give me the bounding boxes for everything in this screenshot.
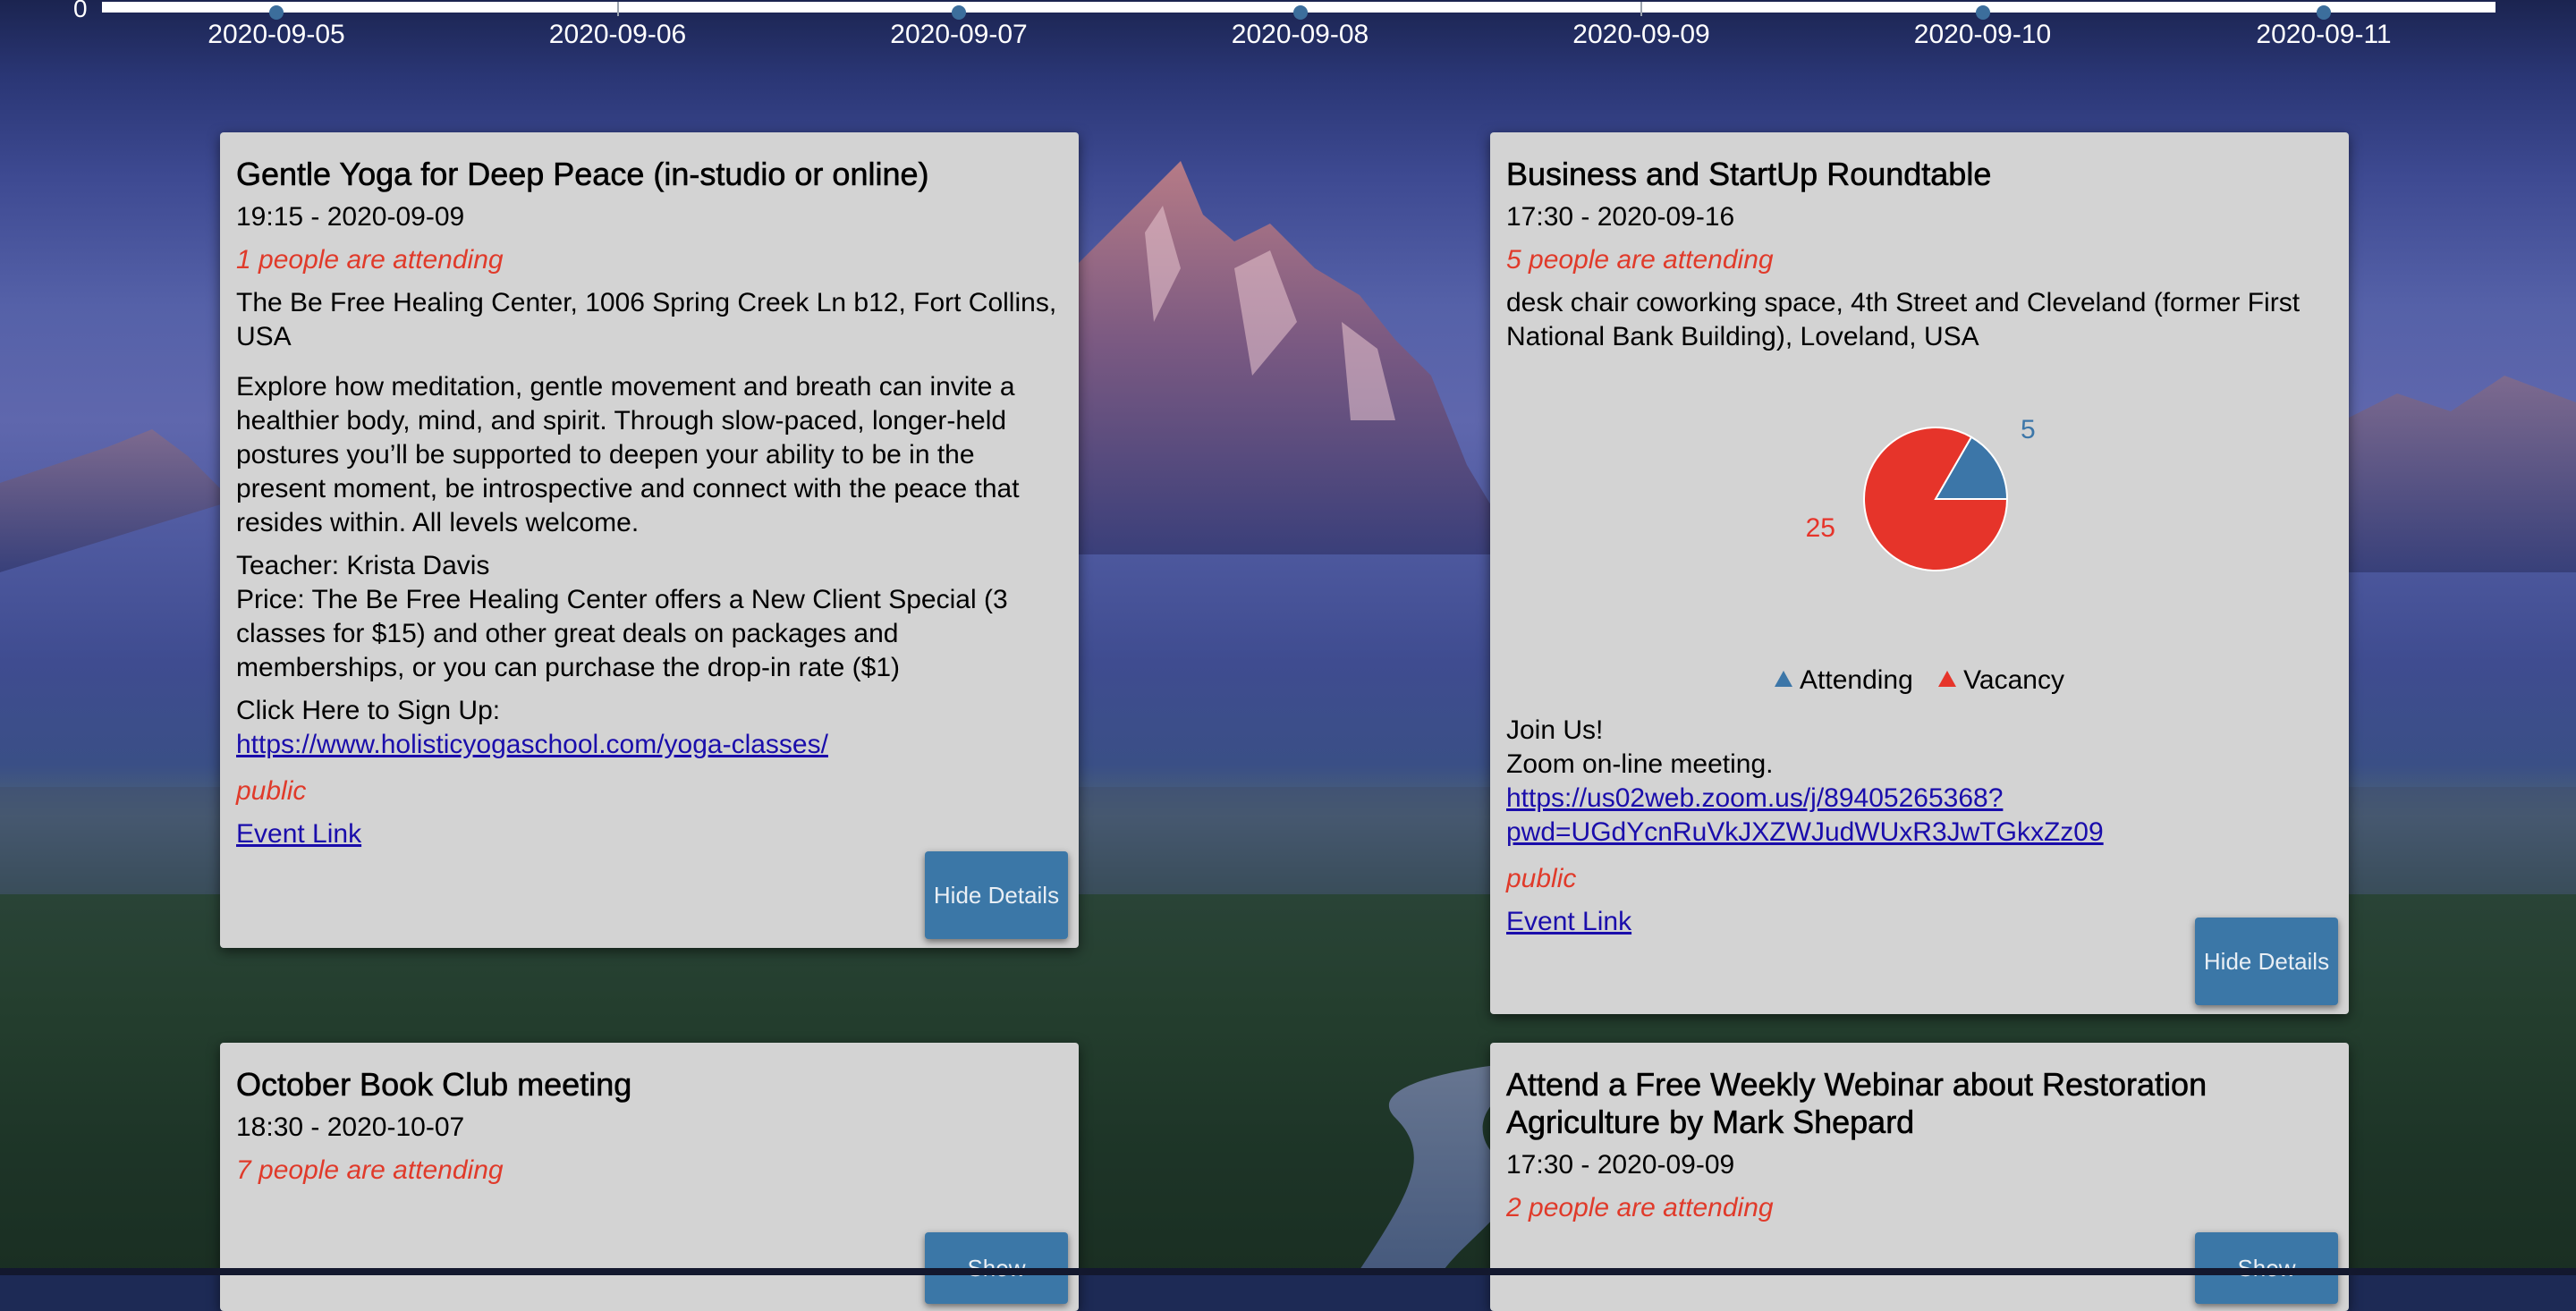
event-location: The Be Free Healing Center, 1006 Spring …	[236, 288, 1057, 351]
zoom-link-line1: https://us02web.zoom.us/j/89405265368?	[1506, 783, 2004, 813]
triangle-icon	[1938, 671, 1957, 687]
zoom-link[interactable]: https://us02web.zoom.us/j/89405265368? p…	[1506, 782, 2333, 850]
event-title: Gentle Yoga for Deep Peace (in-studio or…	[236, 156, 929, 193]
event-time: 17:30 - 2020-09-16	[1506, 202, 1735, 232]
pie-svg: 5 25	[1806, 415, 2036, 571]
event-link[interactable]: Event Link	[236, 819, 361, 849]
attendance-pie-chart: 5 25	[1506, 370, 2333, 665]
event-link[interactable]: Event Link	[1506, 907, 1631, 936]
price-text: Price: The Be Free Healing Center offers…	[236, 585, 1008, 682]
visibility-label: public	[236, 776, 307, 806]
event-description: Join Us! Zoom on-line meeting.	[1506, 714, 2333, 782]
signup-link[interactable]: https://www.holisticyogaschool.com/yoga-…	[236, 730, 828, 759]
legend-item-vacancy: Vacancy	[1938, 665, 2064, 695]
event-card-roundtable: Business and StartUp Roundtable 17:30 - …	[1490, 132, 2349, 1014]
event-title: Attend a Free Weekly Webinar about Resto…	[1506, 1066, 2207, 1141]
visibility-label: public	[1506, 864, 1577, 893]
legend-label: Attending	[1800, 665, 1913, 695]
event-card-yoga: Gentle Yoga for Deep Peace (in-studio or…	[220, 132, 1079, 948]
timeline-date-label: 2020-09-08	[1231, 20, 1369, 49]
event-time: 19:15 - 2020-09-09	[236, 202, 465, 232]
timeline-date-label: 2020-09-11	[2256, 20, 2392, 49]
timeline-tick-mark	[952, 5, 966, 20]
timeline-tick-mark	[1975, 5, 1990, 20]
bottom-border	[0, 1268, 2576, 1275]
timeline-date-label: 2020-09-09	[1572, 20, 1710, 49]
timeline-date-label: 2020-09-07	[890, 20, 1028, 49]
hide-details-button[interactable]: Hide Details	[925, 851, 1068, 939]
legend-label: Vacancy	[1963, 665, 2064, 695]
pie-legend: Attending Vacancy	[1506, 665, 2333, 696]
attending-count: 5 people are attending	[1506, 245, 1774, 275]
triangle-icon	[1775, 671, 1793, 687]
timeline-tick-mark	[2317, 5, 2331, 20]
description-text: Explore how meditation, gentle movement …	[236, 372, 1020, 537]
legend-item-attending: Attending	[1775, 665, 1913, 695]
timeline-zero-label: 0	[73, 0, 88, 22]
zoom-text: Zoom on-line meeting.	[1506, 749, 1774, 779]
event-description: Explore how meditation, gentle movement …	[236, 370, 1063, 728]
hide-details-button[interactable]: Hide Details	[2195, 918, 2338, 1005]
event-title: Business and StartUp Roundtable	[1506, 156, 1992, 193]
zoom-link-line2: pwd=UGdYcnRuVkJXZWJudWUxR3JwTGkxZz09	[1506, 817, 2104, 847]
timeline-tick-mark	[1640, 2, 1642, 16]
join-text: Join Us!	[1506, 715, 1604, 745]
timeline-date-label: 2020-09-06	[548, 20, 687, 49]
attending-count: 2 people are attending	[1506, 1193, 1774, 1222]
pie-value-label: 5	[2021, 415, 2036, 444]
signup-text: Click Here to Sign Up:	[236, 696, 501, 725]
event-time: 18:30 - 2020-10-07	[236, 1112, 465, 1142]
event-location: desk chair coworking space, 4th Street a…	[1506, 288, 2301, 351]
teacher-text: Teacher: Krista Davis	[236, 551, 490, 580]
timeline-date-label: 2020-09-05	[208, 20, 345, 49]
event-time: 17:30 - 2020-09-09	[1506, 1150, 1735, 1180]
timeline-axis: 0 2020-09-05 2020-09-06 2020-09-07 2020-09-…	[0, 0, 2576, 63]
timeline-tick-mark	[269, 5, 284, 20]
attending-count: 1 people are attending	[236, 245, 504, 275]
timeline-date-label: 2020-09-10	[1913, 20, 2052, 49]
pie-value-label: 25	[1806, 513, 1835, 543]
event-title: October Book Club meeting	[236, 1066, 632, 1104]
timeline-tick-mark	[1292, 5, 1308, 20]
attending-count: 7 people are attending	[236, 1155, 504, 1185]
timeline-tick-mark	[616, 2, 619, 16]
